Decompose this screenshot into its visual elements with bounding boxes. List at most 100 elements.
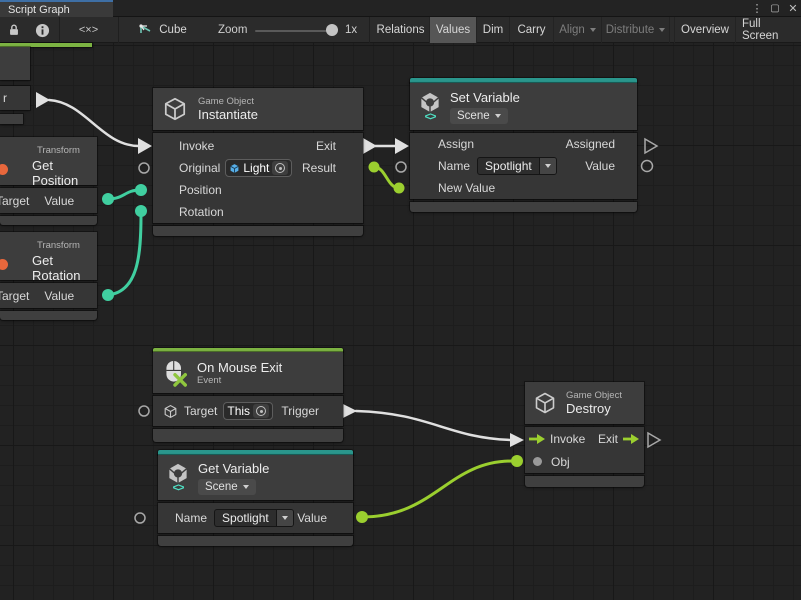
on-mouse-exit-header: On Mouse Exit Event [153, 352, 343, 393]
result-port-label: Result [302, 161, 336, 175]
instantiate-footer [153, 226, 363, 236]
destroy-exit-port[interactable] [648, 433, 660, 447]
destroy-node[interactable]: Game Object Destroy Invoke Exit [525, 382, 644, 487]
original-object-field[interactable]: Light [225, 159, 292, 177]
instantiate-original-port[interactable] [139, 163, 149, 173]
target-port-label: Target [0, 194, 29, 208]
destroy-footer [525, 476, 644, 487]
target-port-label: Target [0, 289, 29, 303]
get-variable-name-port[interactable] [135, 513, 145, 523]
get-variable-node[interactable]: <> Get Variable Scene Name Spotlight Val… [158, 450, 353, 546]
get-rotation-header: Transform Get Rotation [0, 232, 97, 280]
invoke-port-label: Invoke [550, 432, 585, 446]
on-mouse-exit-row: Target This Trigger [153, 396, 343, 426]
get-rotation-value-port[interactable] [102, 289, 114, 301]
variables-icon: <> [167, 463, 189, 493]
set-variable-name-port[interactable] [396, 162, 406, 172]
on-mouse-exit-node[interactable]: On Mouse Exit Event Target This Trigger [153, 348, 343, 442]
wires-layer [0, 0, 801, 600]
transform-icon [0, 259, 8, 270]
game-object-cube-icon [162, 96, 188, 122]
variables-icon: <> [419, 92, 441, 122]
object-picker-icon [256, 406, 266, 416]
set-variable-node[interactable]: <> Set Variable Scene Assign Assigned Na… [410, 78, 637, 212]
instantiate-header: Game Object Instantiate [153, 88, 363, 130]
set-variable-assigned-port[interactable] [645, 139, 657, 153]
on-mouse-exit-footer [153, 429, 343, 442]
value-port-label: Value [44, 289, 74, 303]
event-trigger-port[interactable] [36, 92, 50, 108]
flow-in-arrow-icon[interactable] [529, 433, 545, 445]
mouse-exit-icon [163, 359, 187, 387]
get-rotation-row: Target Value [0, 283, 97, 308]
destroy-body: Invoke Exit Obj [525, 427, 644, 473]
transform-icon [0, 164, 8, 175]
wire-getrotation-to-rotation[interactable] [108, 215, 141, 295]
get-position-row: Target Value [0, 188, 97, 213]
game-object-cube-icon [533, 391, 557, 415]
destroy-header: Game Object Destroy [525, 382, 644, 424]
set-variable-newvalue-port[interactable] [394, 183, 405, 194]
get-position-value-port[interactable] [102, 193, 114, 205]
get-variable-footer [158, 536, 353, 546]
set-variable-footer [410, 202, 637, 212]
newvalue-port-label: New Value [438, 181, 495, 195]
exit-port-label: Exit [316, 139, 336, 153]
variable-kind-dropdown[interactable]: Scene [198, 479, 256, 495]
instantiate-rotation-port[interactable] [135, 205, 147, 217]
value-port-label: Value [44, 194, 74, 208]
event-node-header [0, 47, 30, 80]
exit-port-label: Exit [598, 432, 618, 446]
object-picker-button[interactable] [253, 404, 269, 418]
target-object-name: This [227, 404, 250, 418]
set-variable-body: Assign Assigned Name Spotlight Value New… [410, 133, 637, 199]
wire-getvariable-to-obj[interactable] [362, 461, 512, 517]
target-port-label: Target [184, 404, 217, 418]
destroy-invoke-wire-arrow[interactable] [510, 433, 524, 447]
instantiate-invoke-port[interactable] [138, 138, 152, 154]
script-graph-window: Script Graph ⋮ ▢ ✕ <×> [0, 0, 801, 600]
instantiate-node[interactable]: Game Object Instantiate Invoke Exit Orig… [153, 88, 363, 236]
set-variable-assign-port[interactable] [395, 138, 409, 154]
get-position-header: Transform Get Position [0, 137, 97, 185]
get-variable-header: <> Get Variable Scene [158, 455, 353, 500]
assigned-port-label: Assigned [566, 137, 615, 151]
dropdown-arrow-icon [495, 114, 501, 118]
obj-port-icon[interactable] [533, 457, 542, 466]
event-node-row: r [0, 86, 30, 110]
rotation-port-label: Rotation [179, 205, 224, 219]
event-node-footer [0, 114, 23, 124]
instantiate-position-port[interactable] [135, 184, 147, 196]
flow-out-arrow-icon[interactable] [623, 433, 639, 445]
mouse-exit-target-port[interactable] [139, 406, 149, 416]
value-port-label: Value [297, 511, 327, 525]
name-port-label: Name [175, 511, 207, 525]
assign-port-label: Assign [438, 137, 474, 151]
destroy-obj-wire-dot[interactable] [511, 455, 523, 467]
original-object-name: Light [243, 161, 269, 175]
invoke-port-label: Invoke [179, 139, 214, 153]
instantiate-exit-port[interactable] [363, 138, 377, 154]
instantiate-result-port[interactable] [369, 162, 380, 173]
variable-name-dropdown[interactable]: Spotlight [477, 157, 557, 175]
wire-trigger-to-destroy[interactable] [356, 411, 511, 440]
original-port-label: Original [179, 161, 220, 175]
dropdown-arrow-icon [243, 485, 249, 489]
target-object-field[interactable]: This [223, 402, 273, 420]
instantiate-body: Invoke Exit Original Light Result [153, 133, 363, 223]
variable-name-dropdown[interactable]: Spotlight [214, 509, 294, 527]
object-picker-button[interactable] [272, 161, 288, 175]
get-rotation-footer [0, 311, 97, 320]
gameobject-blue-cube-icon [229, 163, 240, 174]
name-port-label: Name [438, 159, 470, 173]
variable-kind-dropdown[interactable]: Scene [450, 108, 508, 124]
trigger-port-label: Trigger [281, 404, 319, 418]
get-variable-row: Name Spotlight Value [158, 503, 353, 533]
dropdown-arrow-icon [276, 510, 293, 526]
set-variable-value-port[interactable] [642, 161, 653, 172]
mouse-exit-trigger-port[interactable] [343, 404, 357, 418]
set-variable-header: <> Set Variable Scene [410, 83, 637, 130]
value-port-label: Value [585, 159, 615, 173]
get-variable-value-port[interactable] [356, 511, 368, 523]
target-cube-icon [163, 404, 178, 419]
